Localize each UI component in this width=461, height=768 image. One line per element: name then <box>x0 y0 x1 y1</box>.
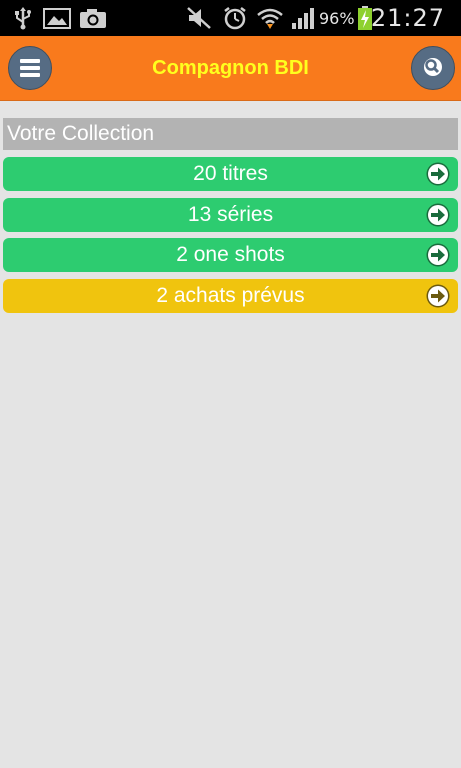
list-item-series[interactable]: 13 séries <box>3 198 458 232</box>
app-bar: Compagnon BDI <box>0 36 461 101</box>
arrow-right-icon <box>426 243 450 267</box>
app-title: Compagnon BDI <box>152 57 309 79</box>
list-item-achats-prevus[interactable]: 2 achats prévus <box>3 279 458 313</box>
collection-header: Votre Collection <box>3 118 458 150</box>
search-button[interactable] <box>411 46 455 90</box>
signal-icon <box>292 8 314 29</box>
wifi-icon <box>257 8 283 29</box>
clock-time: 21:27 <box>370 4 445 32</box>
alarm-icon <box>224 7 246 30</box>
list-item-label: 2 one shots <box>176 243 285 266</box>
battery-percent: 96% <box>319 9 355 28</box>
search-icon <box>424 58 442 76</box>
list-item-one-shots[interactable]: 2 one shots <box>3 238 458 272</box>
list-item-label: 2 achats prévus <box>156 284 305 307</box>
usb-icon <box>15 7 31 30</box>
list-item-titres[interactable]: 20 titres <box>3 157 458 191</box>
status-bar: 96% 21:27 <box>0 0 461 36</box>
arrow-right-icon <box>426 162 450 186</box>
camera-icon <box>80 9 106 28</box>
mute-icon <box>187 7 211 29</box>
list-item-label: 13 séries <box>187 203 274 226</box>
arrow-right-icon <box>426 284 450 308</box>
image-icon <box>43 8 71 29</box>
arrow-right-icon <box>426 203 450 227</box>
list-item-label: 20 titres <box>193 162 268 185</box>
